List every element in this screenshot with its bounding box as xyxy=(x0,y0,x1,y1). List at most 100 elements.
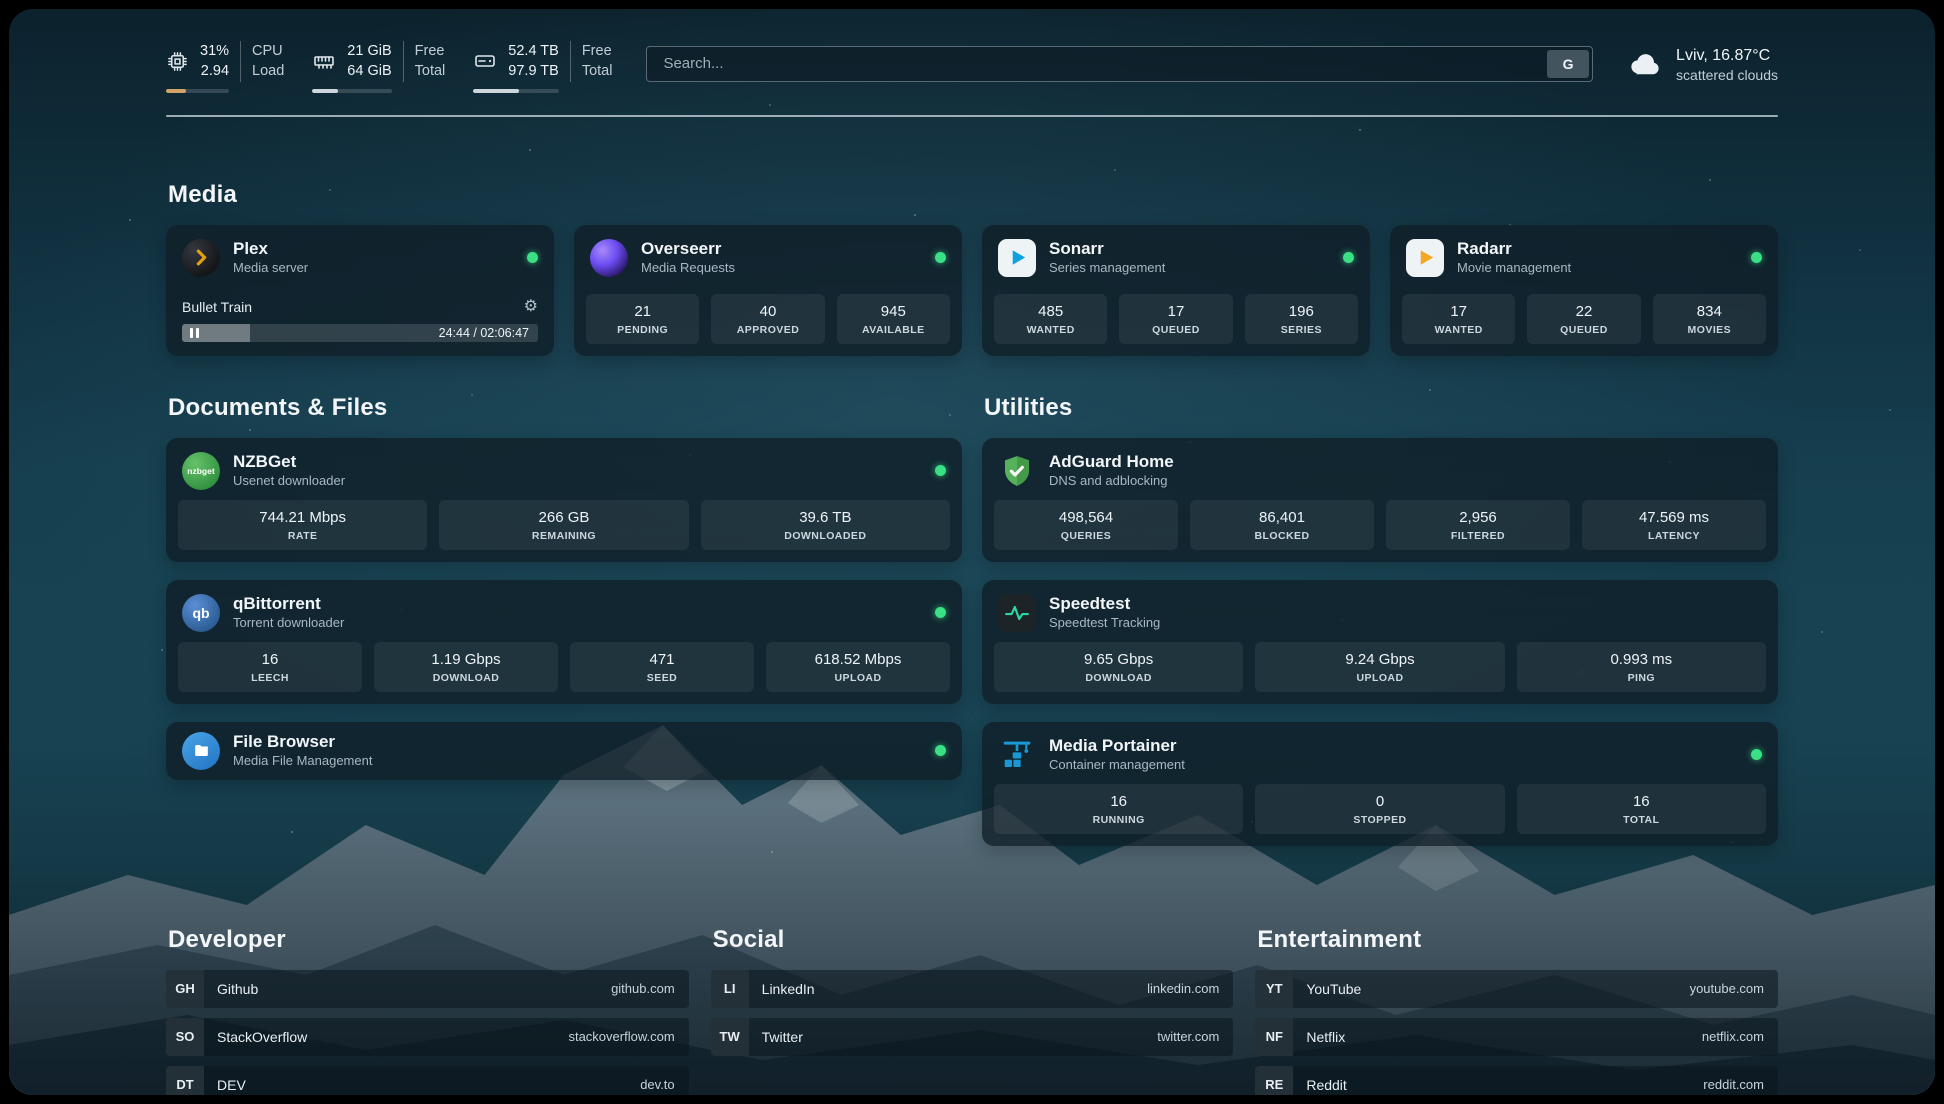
app-card-portainer[interactable]: Media Portainer Container management 16 … xyxy=(982,722,1778,846)
app-name: qBittorrent xyxy=(233,594,344,614)
social-section: Social LI LinkedIn linkedin.com TW Twitt… xyxy=(711,926,1234,1095)
dashboard-background: 31% 2.94 CPU Load xyxy=(9,9,1935,1095)
plex-icon xyxy=(182,239,220,277)
app-subtitle: DNS and adblocking xyxy=(1049,474,1174,489)
documents-section: Documents & Files nzbget NZBGet Usenet d… xyxy=(166,394,962,864)
developer-section: Developer GH Github github.com SO StackO… xyxy=(166,926,689,1095)
system-resources: 31% 2.94 CPU Load xyxy=(166,41,612,93)
stat-blocked: 86,401 BLOCKED xyxy=(1190,500,1374,550)
disk-progress-bar xyxy=(473,89,559,93)
pause-icon[interactable] xyxy=(190,328,199,338)
media-section: Media Plex Media server xyxy=(166,181,1778,356)
weather-condition: scattered clouds xyxy=(1676,67,1778,83)
cpu-progress-bar xyxy=(166,89,229,93)
bookmark-url: dev.to xyxy=(640,1077,674,1092)
stat-queued: 17 QUEUED xyxy=(1119,294,1232,344)
stat-pending: 21 PENDING xyxy=(586,294,699,344)
app-name: AdGuard Home xyxy=(1049,452,1174,472)
bookmark-name: Reddit xyxy=(1306,1077,1346,1093)
app-card-adguard[interactable]: AdGuard Home DNS and adblocking 498,564 … xyxy=(982,438,1778,562)
disk-total-label: Total xyxy=(582,61,613,81)
cpu-label: CPU xyxy=(252,41,284,61)
qbittorrent-icon: qb xyxy=(182,594,220,632)
bookmark-name: Github xyxy=(217,981,258,997)
stat-download: 1.19 Gbps DOWNLOAD xyxy=(374,642,558,692)
bookmark-name: StackOverflow xyxy=(217,1029,307,1045)
utilities-section: Utilities AdGuard Home DNS and adblockin… xyxy=(982,394,1778,864)
status-online-dot xyxy=(935,607,946,618)
app-card-radarr[interactable]: Radarr Movie management 17 WANTED 2 xyxy=(1390,225,1778,356)
bookmark-name: DEV xyxy=(217,1077,246,1093)
app-card-plex[interactable]: Plex Media server Bullet Train ⚙ xyxy=(166,225,554,356)
youtube-icon: YT xyxy=(1255,970,1293,1008)
cpu-widget: 31% 2.94 CPU Load xyxy=(166,41,284,93)
dev-to-icon: DT xyxy=(166,1066,204,1095)
app-subtitle: Media Requests xyxy=(641,261,735,276)
app-subtitle: Usenet downloader xyxy=(233,474,345,489)
disk-total-value: 97.9 TB xyxy=(508,61,559,81)
bookmark-name: Netflix xyxy=(1306,1029,1345,1045)
disk-widget: 52.4 TB 97.9 TB Free Total xyxy=(473,41,612,93)
app-subtitle: Torrent downloader xyxy=(233,616,344,631)
stat-available: 945 AVAILABLE xyxy=(837,294,950,344)
netflix-icon: NF xyxy=(1255,1018,1293,1056)
app-name: Plex xyxy=(233,239,308,259)
sonarr-icon xyxy=(998,239,1036,277)
app-name: Speedtest xyxy=(1049,594,1160,614)
bookmark-dev-to[interactable]: DT DEV dev.to xyxy=(166,1066,689,1095)
app-subtitle: Movie management xyxy=(1457,261,1571,276)
media-section-title: Media xyxy=(168,181,1778,209)
status-online-dot xyxy=(527,252,538,263)
disk-free-value: 52.4 TB xyxy=(508,41,559,61)
bookmark-github[interactable]: GH Github github.com xyxy=(166,970,689,1008)
stat-total: 16 TOTAL xyxy=(1517,784,1766,834)
app-card-filebrowser[interactable]: File Browser Media File Management xyxy=(166,722,962,780)
app-card-speedtest[interactable]: Speedtest Speedtest Tracking 9.65 Gbps D… xyxy=(982,580,1778,704)
entertainment-section-title: Entertainment xyxy=(1257,926,1778,954)
search-engine-button[interactable]: G xyxy=(1547,50,1589,78)
bookmark-linkedin[interactable]: LI LinkedIn linkedin.com xyxy=(711,970,1234,1008)
bookmark-url: stackoverflow.com xyxy=(568,1029,674,1044)
cpu-load-label: Load xyxy=(252,61,284,81)
app-subtitle: Media File Management xyxy=(233,754,372,769)
app-card-sonarr[interactable]: Sonarr Series management 485 WANTED xyxy=(982,225,1370,356)
cpu-icon xyxy=(166,50,189,73)
header: 31% 2.94 CPU Load xyxy=(166,41,1778,93)
linkedin-icon: LI xyxy=(711,970,749,1008)
stat-filtered: 2,956 FILTERED xyxy=(1386,500,1570,550)
memory-total-label: Total xyxy=(415,61,446,81)
documents-section-title: Documents & Files xyxy=(168,394,962,422)
stat-series: 196 SERIES xyxy=(1245,294,1358,344)
app-name: Sonarr xyxy=(1049,239,1165,259)
search-bar: G xyxy=(646,46,1593,82)
bookmark-url: youtube.com xyxy=(1690,981,1764,996)
app-card-nzbget[interactable]: nzbget NZBGet Usenet downloader 744.21 M… xyxy=(166,438,962,562)
now-playing-widget: Bullet Train ⚙ 24:44 / 02:06:47 xyxy=(166,299,554,356)
app-card-overseerr[interactable]: Overseerr Media Requests 21 PENDING xyxy=(574,225,962,356)
bookmark-stackoverflow[interactable]: SO StackOverflow stackoverflow.com xyxy=(166,1018,689,1056)
playback-time: 24:44 / 02:06:47 xyxy=(439,326,529,340)
search-input[interactable] xyxy=(646,46,1593,82)
bookmark-youtube[interactable]: YT YouTube youtube.com xyxy=(1255,970,1778,1008)
status-online-dot xyxy=(1751,252,1762,263)
memory-icon xyxy=(312,49,336,73)
app-name: File Browser xyxy=(233,732,372,752)
cpu-load-value: 2.94 xyxy=(200,61,229,81)
app-subtitle: Speedtest Tracking xyxy=(1049,616,1160,631)
memory-total-value: 64 GiB xyxy=(347,61,391,81)
disk-free-label: Free xyxy=(582,41,613,61)
bookmark-twitter[interactable]: TW Twitter twitter.com xyxy=(711,1018,1234,1056)
app-card-qbittorrent[interactable]: qb qBittorrent Torrent downloader 16 LEE… xyxy=(166,580,962,704)
gear-icon[interactable]: ⚙ xyxy=(524,299,538,315)
bookmark-netflix[interactable]: NF Netflix netflix.com xyxy=(1255,1018,1778,1056)
playback-progress-bar[interactable]: 24:44 / 02:06:47 xyxy=(182,324,538,342)
cpu-usage-value: 31% xyxy=(200,41,229,61)
app-name: Overseerr xyxy=(641,239,735,259)
bookmark-url: linkedin.com xyxy=(1147,981,1219,996)
adguard-shield-icon xyxy=(998,452,1036,490)
stat-movies: 834 MOVIES xyxy=(1653,294,1766,344)
snow-particles xyxy=(9,9,11,11)
stat-rate: 744.21 Mbps RATE xyxy=(178,500,427,550)
bookmark-reddit[interactable]: RE Reddit reddit.com xyxy=(1255,1066,1778,1095)
stat-seed: 471 SEED xyxy=(570,642,754,692)
